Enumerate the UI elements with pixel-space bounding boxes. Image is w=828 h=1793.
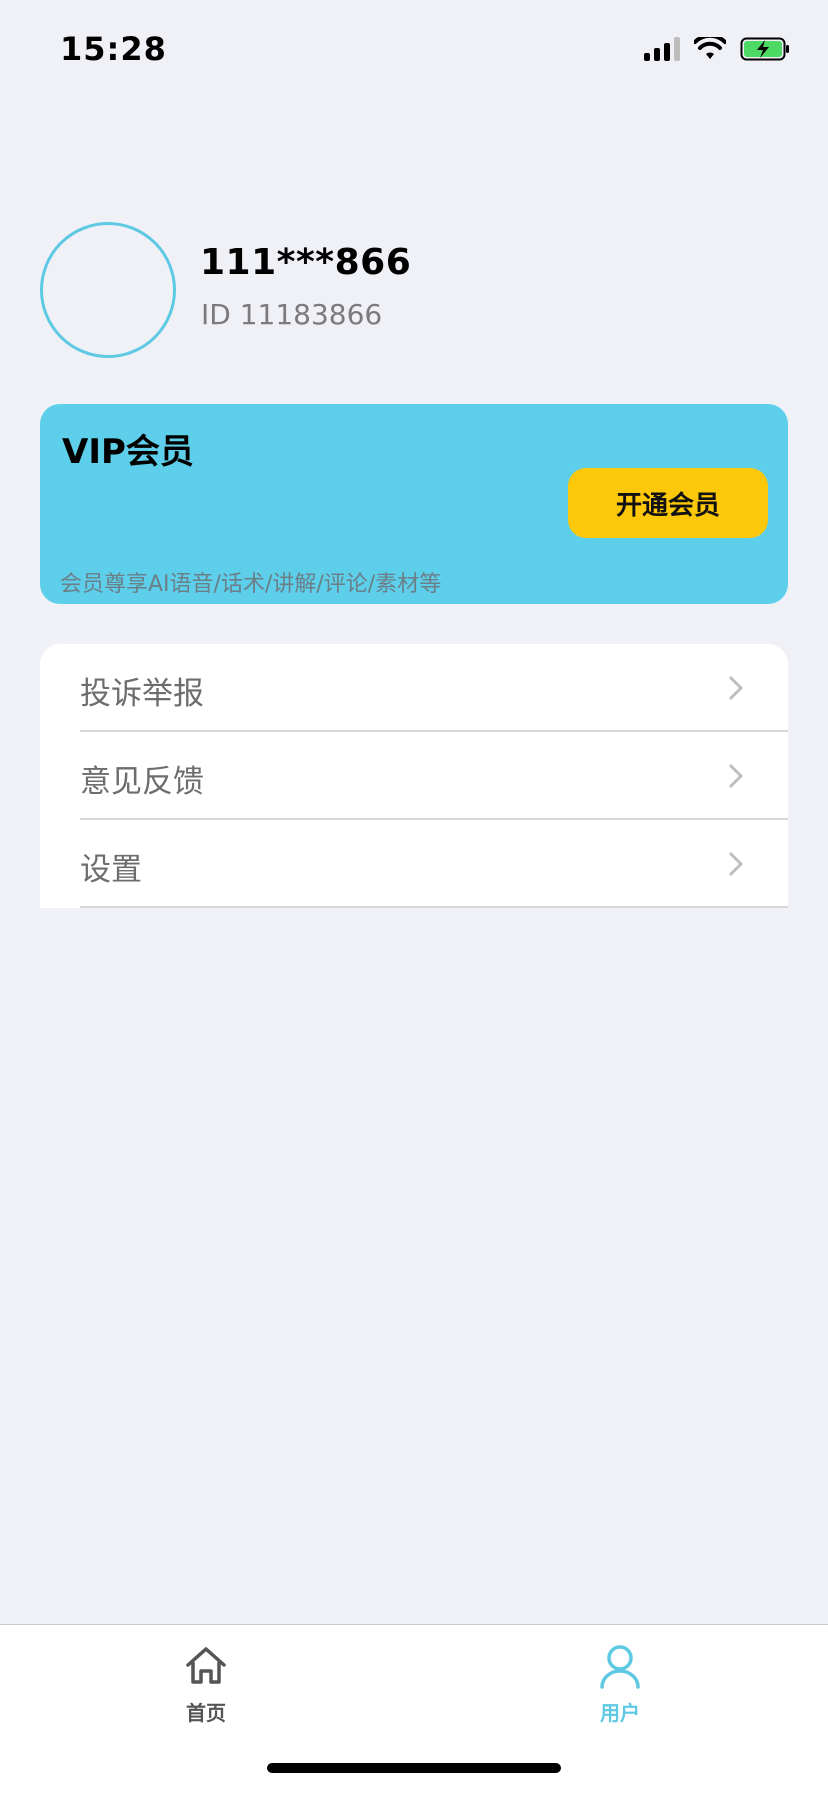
vip-card: VIP会员 开通会员 会员尊享AI语音/话术/讲解/评论/素材等 [40, 404, 788, 604]
tab-bar: 首页 用户 [0, 1624, 828, 1793]
open-membership-button[interactable]: 开通会员 [568, 468, 768, 538]
menu-item-complaint[interactable]: 投诉举报 [40, 644, 788, 732]
home-indicator [267, 1763, 561, 1773]
signal-icon [644, 37, 680, 61]
home-icon [186, 1647, 226, 1684]
settings-menu: 投诉举报 意见反馈 设置 [40, 644, 788, 908]
avatar[interactable] [40, 222, 176, 358]
wifi-icon [694, 37, 726, 59]
menu-item-label: 意见反馈 [80, 764, 204, 800]
chevron-right-icon [729, 764, 743, 788]
battery-charging-icon [740, 37, 789, 61]
tab-label: 首页 [186, 1701, 226, 1725]
menu-item-feedback[interactable]: 意见反馈 [40, 732, 788, 820]
status-bar: 15:28 [0, 0, 828, 100]
menu-item-label: 投诉举报 [80, 676, 204, 712]
menu-item-settings[interactable]: 设置 [40, 820, 788, 908]
vip-title: VIP会员 [62, 432, 194, 472]
user-icon [600, 1645, 640, 1689]
tab-user[interactable]: 用户 [560, 1643, 680, 1726]
chevron-right-icon [729, 676, 743, 700]
menu-item-label: 设置 [80, 852, 142, 888]
chevron-right-icon [729, 852, 743, 876]
username: 111***866 [200, 242, 412, 283]
status-icons [644, 36, 792, 62]
tab-label: 用户 [600, 1701, 640, 1725]
user-id: ID 11183866 [201, 298, 383, 331]
tab-home[interactable]: 首页 [146, 1643, 266, 1726]
profile-section: 111***866 ID 11183866 [40, 222, 800, 367]
status-time: 15:28 [60, 30, 167, 68]
vip-description: 会员尊享AI语音/话术/讲解/评论/素材等 [60, 572, 442, 597]
divider [80, 906, 788, 908]
